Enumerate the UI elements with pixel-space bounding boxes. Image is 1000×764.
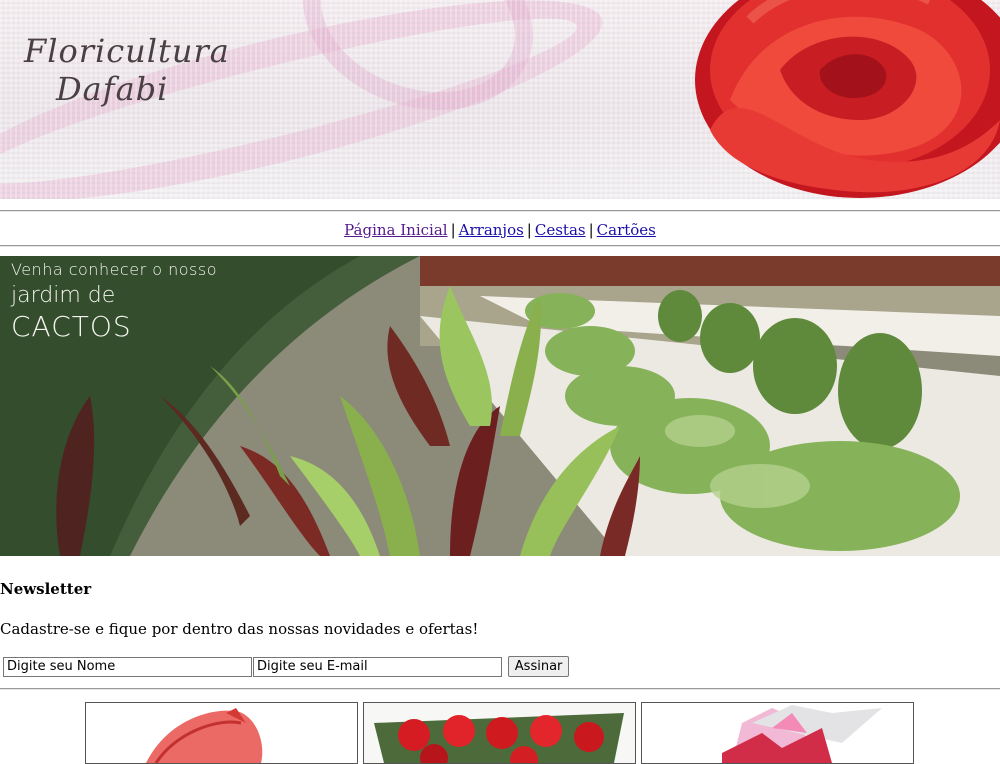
product-gallery (0, 702, 1000, 764)
nav-link-arranjos[interactable]: Arranjos (459, 221, 524, 239)
nav-separator: | (450, 221, 456, 239)
promo-line2: jardim de (11, 283, 116, 308)
newsletter-title: Newsletter (0, 580, 92, 598)
rose-image (695, 0, 1000, 198)
email-input[interactable] (253, 656, 502, 677)
nav-link-home[interactable]: Página Inicial (344, 221, 447, 239)
newsletter-description: Cadastre-se e fique por dentro das nossa… (0, 620, 479, 638)
logo: Floricultura Dafabi (24, 32, 230, 108)
name-input[interactable] (3, 656, 252, 677)
divider (0, 245, 1000, 247)
header-banner: Floricultura Dafabi (0, 0, 1000, 199)
newsletter-form: Assinar (0, 656, 1000, 678)
product-image (722, 705, 882, 763)
logo-line1: Floricultura (24, 32, 230, 70)
product-card[interactable] (641, 702, 914, 764)
newsletter-section: Newsletter Cadastre-se e fique por dentr… (0, 580, 1000, 678)
product-image (146, 708, 263, 763)
main-nav: Página Inicial | Arranjos | Cestas | Cartões (0, 212, 1000, 245)
divider (0, 688, 1000, 690)
promo-text: Venha conhecer o nosso jardim de CACTOS (11, 260, 217, 343)
product-image (364, 703, 635, 763)
promo-line1: Venha conhecer o nosso (11, 260, 217, 279)
product-card[interactable] (85, 702, 358, 764)
cactus-promo-banner[interactable]: Venha conhecer o nosso jardim de CACTOS (0, 256, 1000, 556)
promo-line3: CACTOS (11, 310, 132, 343)
nav-separator: | (526, 221, 532, 239)
logo-line2: Dafabi (56, 70, 169, 108)
subscribe-button[interactable]: Assinar (507, 656, 570, 677)
nav-link-cestas[interactable]: Cestas (535, 221, 586, 239)
nav-separator: | (588, 221, 594, 239)
product-card[interactable] (363, 702, 636, 764)
nav-link-cartoes[interactable]: Cartões (597, 221, 656, 239)
